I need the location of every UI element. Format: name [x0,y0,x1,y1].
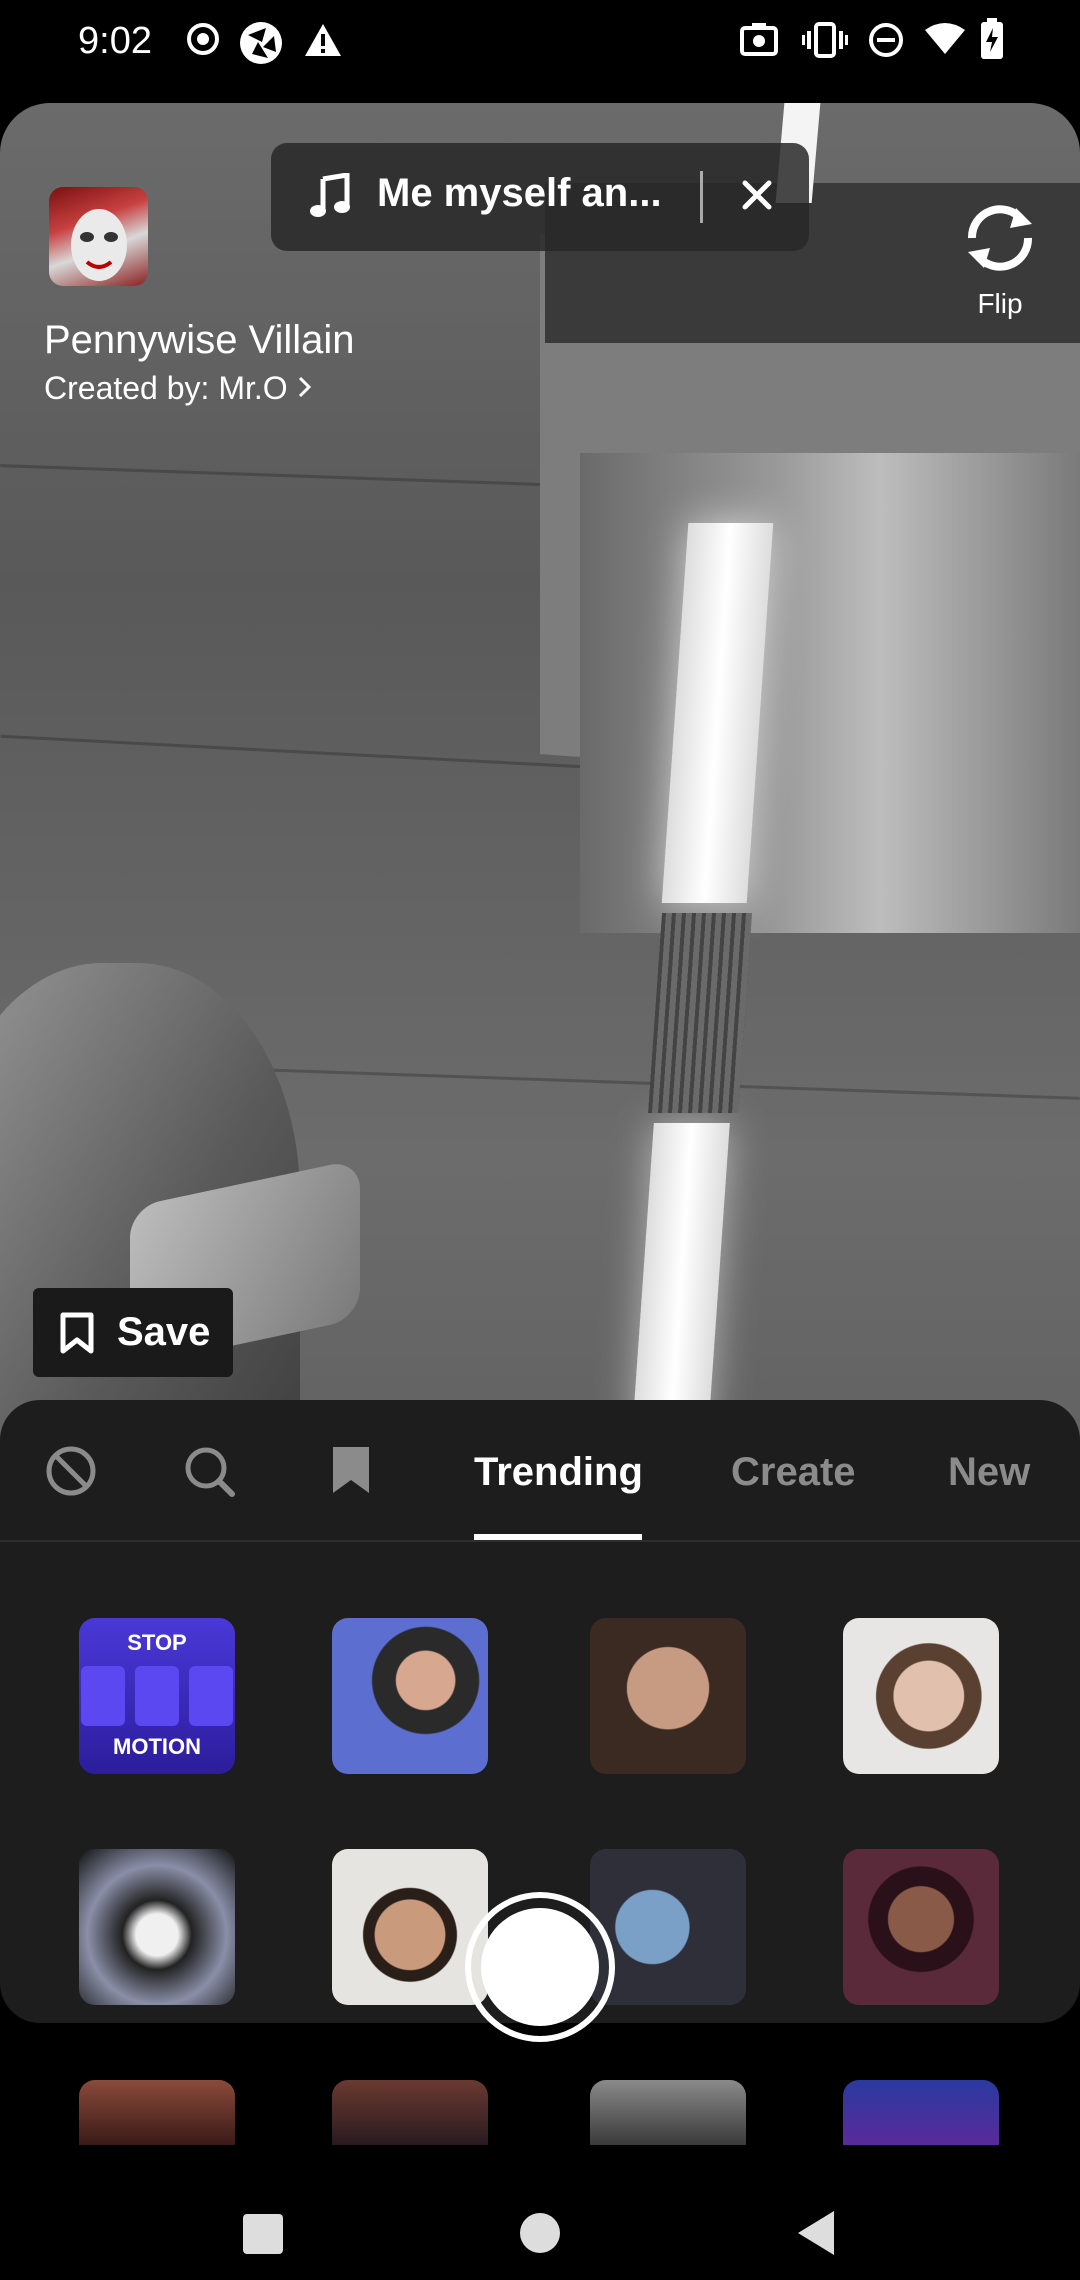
battery-charging-icon [980,18,1004,65]
back-icon[interactable] [796,2209,836,2262]
shutter-icon [238,20,284,71]
status-time: 9:02 [78,20,152,62]
close-icon[interactable] [737,175,777,220]
screenshot-icon [740,22,778,61]
effect-title: Pennywise Villain [44,318,355,362]
record-dot-icon [186,22,220,61]
vibrate-icon [802,22,848,63]
system-nav-bar [0,2145,1080,2280]
effect-thumbnail[interactable] [49,187,148,286]
tab-create[interactable]: Create [731,1450,856,1495]
do-not-disturb-icon [868,22,904,63]
flip-label: Flip [977,288,1023,319]
effect-thumbnail[interactable] [332,2080,488,2145]
effect-thumbnail[interactable] [843,1618,999,1774]
ceiling-light [632,1123,730,1433]
effect-creator-label: Created by: Mr.O [44,370,288,406]
effect-thumbnail[interactable] [79,2080,235,2145]
flip-camera-icon [958,205,1042,278]
effect-thumbnail[interactable] [590,1618,746,1774]
no-effect-icon[interactable] [44,1444,98,1503]
ceiling-vent [648,913,752,1113]
bookmark-tab-icon[interactable] [330,1444,372,1501]
music-note-icon [309,172,351,224]
ceiling-box-face [580,453,1080,933]
tab-trending[interactable]: Trending [474,1450,643,1495]
save-label: Save [117,1310,211,1354]
song-title: Me myself an... [377,171,662,215]
chevron-right-icon [297,370,313,406]
bookmark-icon [59,1312,95,1359]
flip-camera-button[interactable] [958,202,1042,279]
effects-tabs: Trending Create New [0,1400,1080,1542]
tab-new[interactable]: New [948,1450,1030,1495]
music-selector[interactable]: Me myself an... [271,143,809,251]
effect-thumbnail[interactable] [590,2080,746,2145]
effect-thumbnail[interactable] [843,2080,999,2145]
hand-frame [81,1666,125,1726]
hand-frame [189,1666,233,1726]
effect-stop-motion[interactable]: STOP MOTION [79,1618,235,1774]
effect-creator-link[interactable]: Created by: Mr.O [44,370,313,407]
effect-thumbnail[interactable] [332,1618,488,1774]
music-divider [700,171,703,223]
effect-thumbnail[interactable] [843,1849,999,2005]
hand-frame [135,1666,179,1726]
stop-motion-top-text: STOP [127,1630,187,1655]
active-tab-indicator [474,1534,642,1540]
home-icon[interactable] [519,2212,561,2259]
search-icon[interactable] [182,1444,236,1503]
save-effect-button[interactable]: Save [33,1288,233,1377]
effect-thumbnail[interactable] [332,1849,488,2005]
stop-motion-bottom-text: MOTION [113,1734,201,1759]
warning-icon [303,22,343,63]
status-bar: 9:02 [0,0,1080,90]
wifi-icon [924,22,966,61]
record-button[interactable] [465,1892,615,2042]
effect-thumbnail[interactable] [79,1849,235,2005]
record-button-inner [481,1908,599,2026]
recents-icon[interactable] [242,2213,284,2260]
